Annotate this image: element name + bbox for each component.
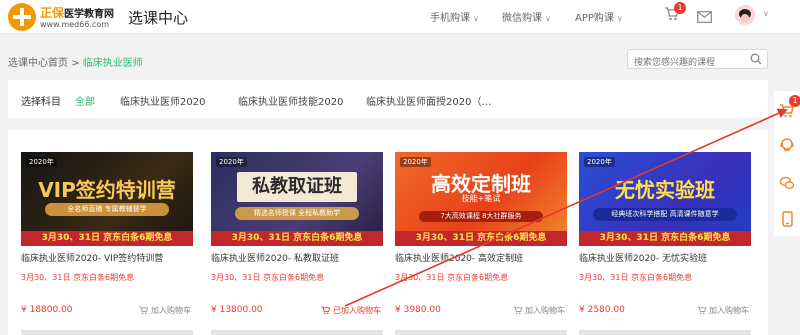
chevron-down-icon: ∨ [545,14,551,23]
rail-cart-button[interactable]: 1 [779,95,800,123]
logo-brand-suffix: 医学教育网 [64,9,115,20]
course-card-placeholder [395,330,567,335]
add-to-cart-label: 已加入购物车 [333,306,381,315]
course-promo: 3月30、31日 京东白条6期免息 [21,273,135,282]
chevron-down-icon: ∨ [473,14,479,23]
breadcrumb-home[interactable]: 选课中心首页 [8,58,68,69]
course-promo: 3月30、31日 京东白条6期免息 [579,273,693,282]
course-price: ¥ 13800.00 [211,305,263,315]
wechat-icon [779,176,795,189]
rail-mobile-button[interactable] [782,211,793,231]
add-to-cart-label: 加入购物车 [151,306,191,315]
banner-year: 2020年 [400,157,431,167]
add-to-cart-button[interactable]: 加入购物车 [697,305,749,316]
nav-app-purchase[interactable]: APP购课 ∨ [575,9,623,24]
filter-option[interactable]: 临床执业医师技能2020 [238,93,343,108]
add-to-cart-button[interactable]: 加入购物车 [513,305,565,316]
banner-subtitle: 7大高效课程 8大社群服务 [419,211,543,222]
header-cart[interactable]: 1 [664,2,686,26]
logo-url: www.med66.com [40,20,110,29]
course-title[interactable]: 临床执业医师2020- VIP签约特训营 [21,251,193,264]
page-title: 选课中心 [128,9,189,27]
rail-service-button[interactable] [779,136,795,156]
search-icon[interactable] [750,53,762,65]
banner-promo-strip: 3月30、31日 京东白条6期免息 [579,231,751,246]
chevron-down-icon[interactable]: ∨ [760,8,769,19]
right-sidebar: 1 [774,91,800,236]
logo-brand: 正保医学教育网 [40,4,114,21]
search-input[interactable] [628,54,746,72]
phone-icon [782,211,793,227]
course-price: ¥ 18800.00 [21,305,73,315]
course-card[interactable]: 2020年 VIP签约特训营 全名师直播 专属教辅督学 3月30、31日 京东白… [21,152,193,319]
nav-wechat-purchase[interactable]: 微信购课 ∨ [502,9,551,24]
banner-promo-strip: 3月30、31日 京东白条6期免息 [21,231,193,246]
chevron-down-icon: ∨ [616,14,623,23]
course-title[interactable]: 临床执业医师2020- 私教取证班 [211,251,383,264]
top-header: 正保医学教育网 www.med66.com 选课中心 手机购课 ∨ 微信购课 ∨ A… [0,0,800,34]
user-avatar[interactable] [735,5,755,25]
nav-label: 手机购课 [430,13,470,24]
banner-year: 2020年 [26,157,57,167]
subject-filter: 选择科目 全部 临床执业医师2020 临床执业医师技能2020 临床执业医师面授… [8,80,768,118]
course-card-placeholder [21,330,193,335]
breadcrumb-current: 临床执业医师 [82,58,143,69]
course-title[interactable]: 临床执业医师2020- 高效定制班 [395,251,567,264]
course-promo: 3月30、31日 京东白条6期免息 [211,273,325,282]
banner-subtitle: 全名师直播 专属教辅督学 [45,203,169,216]
headset-icon [780,138,794,151]
nav-label: APP购课 [575,13,614,24]
course-card-placeholder [579,330,751,335]
course-banner[interactable]: 2020年 私教取证班 精选名师授课 全程私教助学 3月30、31日 京东白条6… [211,152,383,246]
breadcrumb: 选课中心首页 > 临床执业医师 [8,54,143,69]
filter-option[interactable]: 临床执业医师2020 [120,93,205,108]
mail-icon [697,11,712,23]
course-title[interactable]: 临床执业医师2020- 无忧实验班 [579,251,751,264]
rail-wechat-button[interactable] [779,175,795,195]
course-card[interactable]: 2020年 高效定制班 技能+笔试 7大高效课程 8大社群服务 3月30、31日… [395,152,567,319]
banner-title: VIP签约特训营 [38,178,176,202]
filter-label: 选择科目 [21,97,61,108]
course-card[interactable]: 2020年 私教取证班 精选名师授课 全程私教助学 3月30、31日 京东白条6… [211,152,383,319]
banner-title: 无忧实验班 [615,178,715,202]
course-price: ¥ 2580.00 [579,305,625,315]
add-to-cart-label: 加入购物车 [709,306,749,315]
course-card[interactable]: 2020年 无忧实验班 经典班次科学搭配 高清课件随意学 3月30、31日 京东… [579,152,751,319]
banner-promo-strip: 3月30、31日 京东白条6期免息 [211,231,383,246]
banner-year: 2020年 [216,157,247,167]
banner-subtitle: 精选名师授课 全程私教助学 [235,207,359,220]
course-card-placeholder [211,330,383,335]
course-promo: 3月30、31日 京东白条6期免息 [395,273,509,282]
breadcrumb-separator: > [71,58,80,69]
nav-label: 微信购课 [502,13,542,24]
nav-mobile-purchase[interactable]: 手机购课 ∨ [430,9,479,24]
course-banner[interactable]: 2020年 VIP签约特训营 全名师直播 专属教辅督学 3月30、31日 京东白… [21,152,193,246]
banner-subtitle: 经典班次科学搭配 高清课件随意学 [593,208,737,221]
course-banner[interactable]: 2020年 高效定制班 技能+笔试 7大高效课程 8大社群服务 3月30、31日… [395,152,567,246]
course-banner[interactable]: 2020年 无忧实验班 经典班次科学搭配 高清课件随意学 3月30、31日 京东… [579,152,751,246]
add-to-cart-label: 加入购物车 [525,306,565,315]
added-to-cart-button[interactable]: 已加入购物车 [321,305,381,316]
logo[interactable]: 正保医学教育网 www.med66.com [8,3,118,31]
filter-option[interactable]: 临床执业医师面授2020（… [366,93,491,108]
course-list: 2020年 VIP签约特训营 全名师直播 专属教辅督学 3月30、31日 京东白… [8,130,768,335]
cart-count-badge: 1 [674,2,686,14]
banner-title: 私教取证班 [237,172,357,202]
rail-cart-badge: 1 [789,95,800,107]
add-to-cart-button[interactable]: 加入购物车 [139,305,191,316]
logo-cross-icon [8,3,36,31]
cart-icon [321,306,331,315]
cart-icon [139,306,149,315]
search-box[interactable] [627,49,768,72]
mail-button[interactable] [697,8,712,27]
logo-brand-prefix: 正保 [40,6,65,20]
cart-icon [513,306,523,315]
course-price: ¥ 3980.00 [395,305,441,315]
banner-tag: 技能+笔试 [461,194,501,203]
banner-promo-strip: 3月30、31日 京东白条6期免息 [395,231,567,246]
filter-option-all[interactable]: 全部 [75,93,95,108]
cart-icon [697,306,707,315]
banner-year: 2020年 [584,157,615,167]
